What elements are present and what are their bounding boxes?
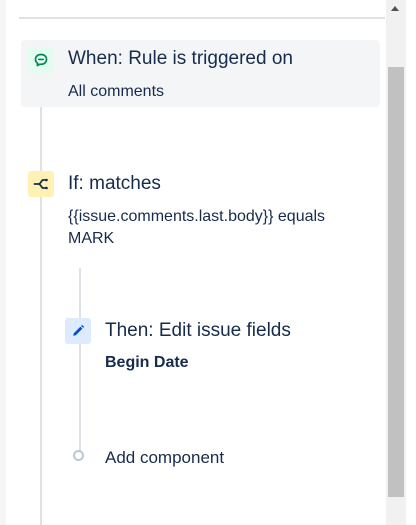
add-component-button[interactable]: Add component — [105, 447, 224, 469]
action-title[interactable]: Then: Edit issue fields — [105, 319, 291, 343]
trigger-title[interactable]: When: Rule is triggered on — [68, 47, 293, 71]
rule-editor-panel: When: Rule is triggered on All comments … — [6, 0, 386, 525]
window-edge — [406, 0, 416, 525]
trigger-detail: All comments — [68, 83, 165, 100]
pencil-icon — [65, 318, 91, 344]
action-detail: Begin Date — [105, 354, 189, 371]
condition-title[interactable]: If: matches — [68, 172, 161, 196]
scrollbar-thumb[interactable] — [388, 67, 404, 497]
branch-connector-line — [79, 268, 81, 458]
branch-icon — [28, 171, 54, 197]
divider — [19, 17, 385, 19]
condition-detail: {{issue.comments.last.body}} equals MARK — [68, 208, 326, 247]
flow-connector-line — [40, 62, 42, 525]
comment-icon — [28, 47, 54, 73]
add-component-circle-icon[interactable] — [73, 450, 84, 461]
scroll-up-arrow-icon[interactable] — [391, 6, 399, 11]
vertical-scrollbar[interactable] — [386, 0, 406, 525]
